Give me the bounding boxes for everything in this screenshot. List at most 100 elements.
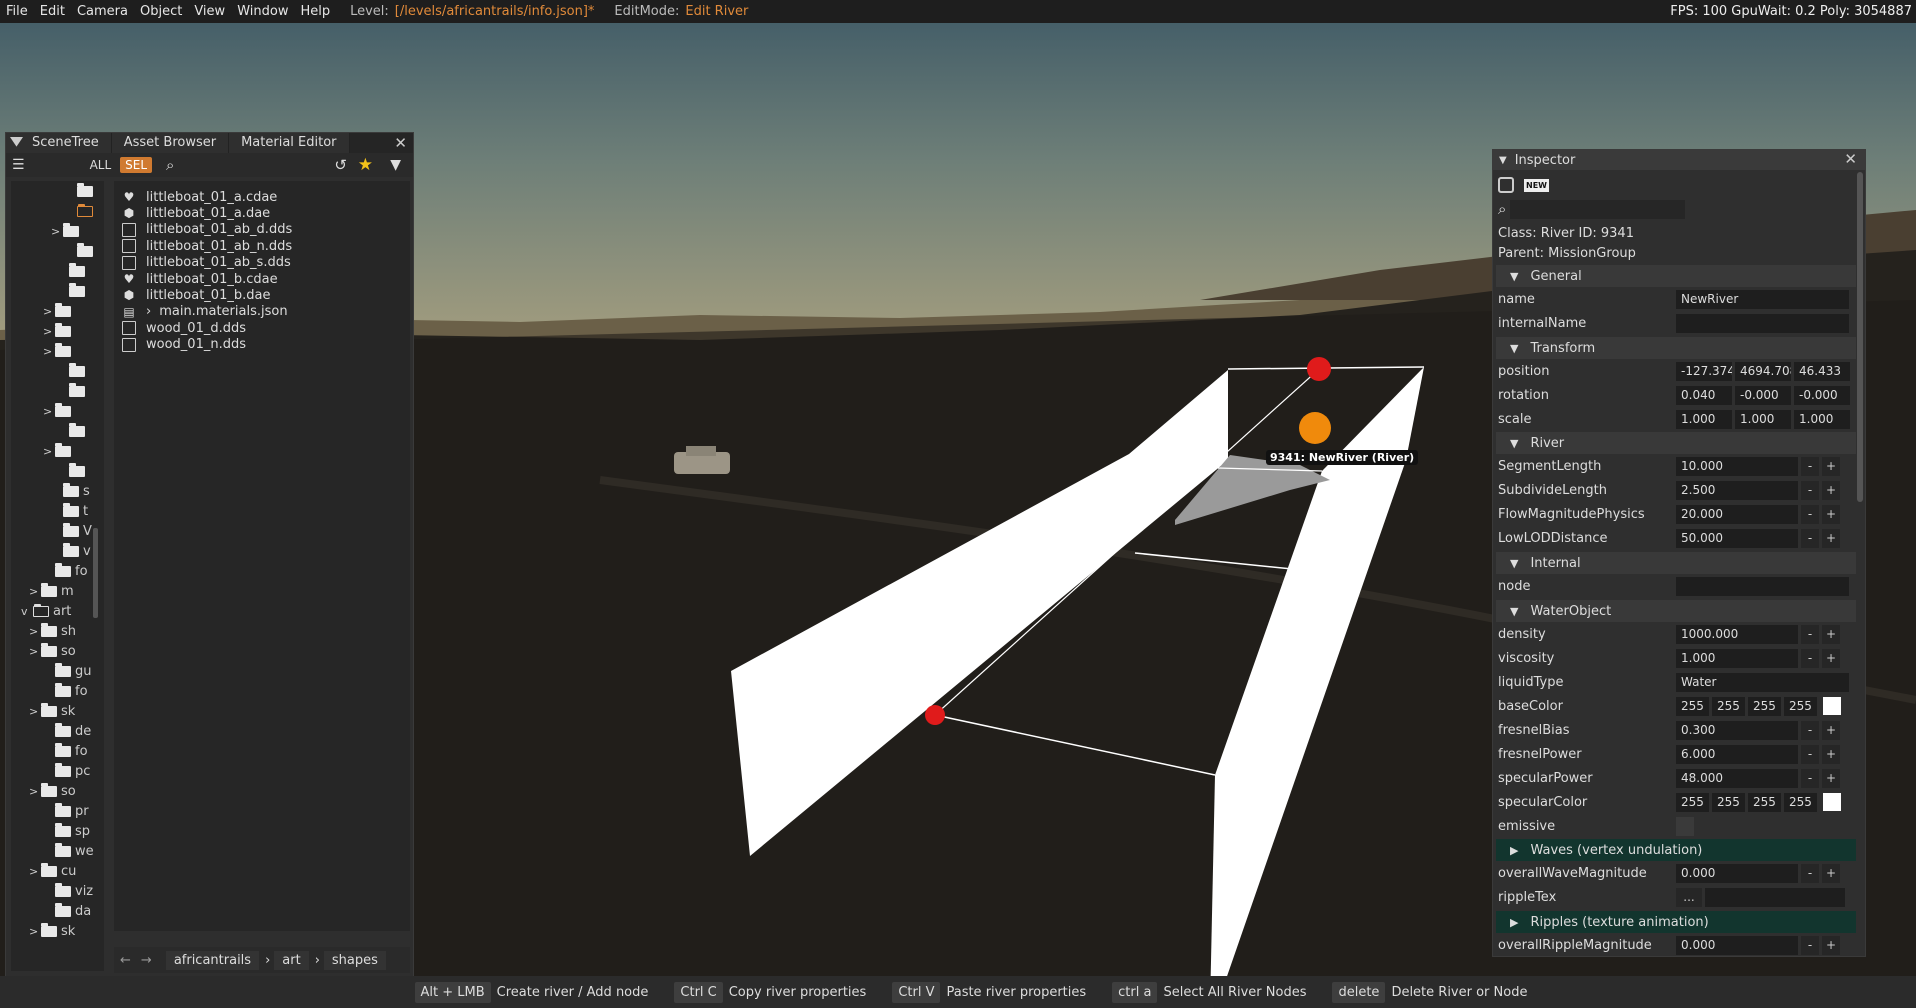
rotation-z[interactable]: -0.000	[1794, 385, 1850, 405]
folder-tree[interactable]: > > > > > > s t Vv fo > m v art > sh > so gu fo > sk de fo pc > so…	[11, 181, 104, 971]
fresnelpower-field[interactable]: 6.000	[1676, 744, 1798, 764]
tree-folder-item[interactable]: V	[51, 521, 92, 541]
tree-folder-item[interactable]	[65, 241, 97, 261]
tree-folder-item[interactable]	[65, 201, 97, 221]
tree-folder-item[interactable]: > so	[29, 781, 76, 801]
tree-folder-item[interactable]: viz	[43, 881, 93, 901]
forward-arrow-icon[interactable]: →	[141, 953, 152, 968]
chevron-right-icon[interactable]: >	[29, 865, 41, 878]
collapse-icon[interactable]: ▼	[1499, 155, 1507, 166]
breadcrumb-africantrails[interactable]: africantrails	[165, 950, 260, 970]
specularcolor-a[interactable]: 255	[1784, 792, 1817, 812]
fresnelbias-field[interactable]: 0.300	[1676, 720, 1798, 740]
section-waves[interactable]: ▶ Waves (vertex undulation)	[1496, 839, 1856, 861]
tree-folder-item[interactable]: v art	[21, 601, 71, 621]
specularpower-field[interactable]: 48.000	[1676, 768, 1798, 788]
specularcolor-g[interactable]: 255	[1712, 792, 1745, 812]
decrement-button[interactable]: -	[1801, 528, 1819, 548]
menu-object[interactable]: Object	[134, 4, 188, 19]
tree-folder-item[interactable]: fo	[43, 681, 88, 701]
segmentlength-field[interactable]: 10.000	[1676, 456, 1798, 476]
tree-folder-item[interactable]: >	[43, 441, 75, 461]
chevron-right-icon[interactable]: >	[43, 325, 55, 338]
rippletex-field[interactable]	[1705, 887, 1845, 907]
basecolor-b[interactable]: 255	[1748, 696, 1781, 716]
section-ripples[interactable]: ▶ Ripples (texture animation)	[1496, 911, 1856, 933]
menu-edit[interactable]: Edit	[34, 4, 71, 19]
new-badge-icon[interactable]: NEW	[1524, 178, 1549, 192]
tree-folder-item[interactable]: > sk	[29, 921, 75, 941]
section-waterobject[interactable]: ▼ WaterObject	[1496, 600, 1856, 622]
basecolor-r[interactable]: 255	[1676, 696, 1709, 716]
increment-button[interactable]: +	[1822, 624, 1840, 644]
filter-icon[interactable]: ▼	[390, 157, 401, 173]
viscosity-field[interactable]: 1.000	[1676, 648, 1798, 668]
tree-folder-item[interactable]	[57, 361, 89, 381]
tab-material-editor[interactable]: Material Editor	[229, 133, 350, 153]
rotation-x[interactable]: 0.040	[1676, 385, 1732, 405]
section-internal[interactable]: ▼ Internal	[1496, 552, 1856, 574]
tree-folder-item[interactable]: >	[43, 341, 75, 361]
internalname-field[interactable]	[1676, 313, 1849, 333]
flowmagnitude-field[interactable]: 20.000	[1676, 504, 1798, 524]
basecolor-swatch[interactable]	[1823, 697, 1841, 715]
scale-y[interactable]: 1.000	[1735, 409, 1791, 429]
tree-folder-item[interactable]	[57, 461, 89, 481]
chevron-right-icon[interactable]: >	[43, 445, 55, 458]
tree-folder-item[interactable]	[65, 181, 97, 201]
tree-folder-item[interactable]: >	[43, 401, 75, 421]
tree-folder-item[interactable]: pr	[43, 801, 89, 821]
list-view-icon[interactable]: ☰	[12, 157, 25, 173]
tree-scrollbar[interactable]	[93, 528, 98, 618]
tree-folder-item[interactable]: > so	[29, 641, 76, 661]
section-transform[interactable]: ▼ Transform	[1496, 337, 1856, 359]
liquidtype-field[interactable]: Water	[1676, 672, 1849, 692]
menu-help[interactable]: Help	[294, 4, 336, 19]
emissive-checkbox[interactable]	[1676, 816, 1694, 836]
position-x[interactable]: -127.374	[1676, 361, 1732, 381]
decrement-button[interactable]: -	[1801, 768, 1819, 788]
browse-ripple-button[interactable]: ...	[1676, 887, 1702, 907]
node-field[interactable]	[1676, 576, 1849, 596]
tree-folder-item[interactable]: >	[43, 301, 75, 321]
chevron-right-icon[interactable]: >	[43, 405, 55, 418]
decrement-button[interactable]: -	[1801, 648, 1819, 668]
tab-scenetree[interactable]: SceneTree	[6, 133, 112, 153]
specularcolor-r[interactable]: 255	[1676, 792, 1709, 812]
decrement-button[interactable]: -	[1801, 935, 1819, 955]
filter-all-button[interactable]: ALL	[85, 157, 117, 173]
subdividelength-field[interactable]: 2.500	[1676, 480, 1798, 500]
decrement-button[interactable]: -	[1801, 744, 1819, 764]
decrement-button[interactable]: -	[1801, 456, 1819, 476]
tree-folder-item[interactable]: > m	[29, 581, 74, 601]
density-field[interactable]: 1000.000	[1676, 624, 1798, 644]
increment-button[interactable]: +	[1822, 744, 1840, 764]
scale-x[interactable]: 1.000	[1676, 409, 1732, 429]
menu-camera[interactable]: Camera	[71, 4, 134, 19]
tree-folder-item[interactable]: > cu	[29, 861, 76, 881]
chevron-right-icon[interactable]: >	[43, 345, 55, 358]
chevron-right-icon[interactable]: ›	[146, 304, 151, 319]
search-icon[interactable]: ⌕	[166, 156, 174, 174]
increment-button[interactable]: +	[1822, 648, 1840, 668]
chevron-right-icon[interactable]: >	[29, 645, 41, 658]
tree-folder-item[interactable]: fo	[43, 741, 88, 761]
tree-folder-item[interactable]: v	[51, 541, 91, 561]
increment-button[interactable]: +	[1822, 456, 1840, 476]
tree-folder-item[interactable]: t	[51, 501, 88, 521]
increment-button[interactable]: +	[1822, 935, 1840, 955]
chevron-down-icon[interactable]: v	[21, 605, 33, 618]
tree-folder-item[interactable]: s	[51, 481, 90, 501]
chevron-right-icon[interactable]: >	[29, 925, 41, 938]
file-item[interactable]: wood_01_n.dds	[122, 335, 246, 355]
menu-file[interactable]: File	[0, 4, 34, 19]
chevron-right-icon[interactable]: >	[29, 585, 41, 598]
tree-folder-item[interactable]: da	[43, 901, 91, 921]
tab-asset-browser[interactable]: Asset Browser	[111, 133, 230, 153]
lock-icon[interactable]	[1498, 177, 1514, 193]
chevron-right-icon[interactable]: >	[29, 705, 41, 718]
increment-button[interactable]: +	[1822, 480, 1840, 500]
breadcrumb-shapes[interactable]: shapes	[323, 950, 386, 970]
specularcolor-swatch[interactable]	[1823, 793, 1841, 811]
tree-folder-item[interactable]: sp	[43, 821, 90, 841]
